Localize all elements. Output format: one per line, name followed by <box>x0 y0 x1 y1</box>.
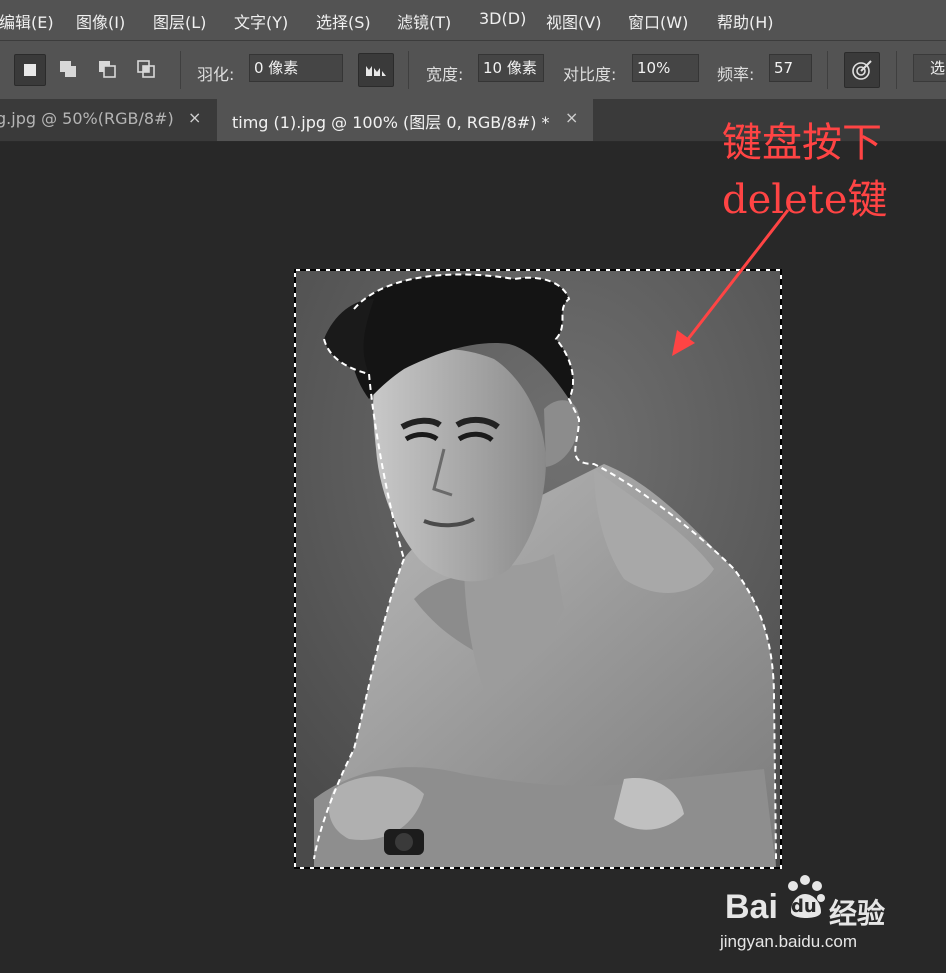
tab-document-1[interactable]: g.jpg @ 50%(RGB/8#) × <box>0 99 216 141</box>
tab-label: timg (1).jpg @ 100% (图层 0, RGB/8#) * <box>232 113 550 132</box>
menu-edit[interactable]: 编辑(E) <box>0 9 54 33</box>
close-icon[interactable]: × <box>565 108 578 127</box>
contrast-input[interactable]: 10% <box>632 54 699 82</box>
separator <box>827 51 828 89</box>
add-selection-icon <box>60 61 76 77</box>
pressure-icon <box>366 66 386 76</box>
menu-help[interactable]: 帮助(H) <box>717 9 774 33</box>
watermark-brand: Bai <box>725 888 778 926</box>
options-bar: 羽化: 0 像素 宽度: 10 像素 对比度: 10% 频率: 57 选 <box>0 40 946 99</box>
tab-document-2[interactable]: timg (1).jpg @ 100% (图层 0, RGB/8#) * × <box>217 99 593 141</box>
menu-image[interactable]: 图像(I) <box>76 9 125 33</box>
menu-type[interactable]: 文字(Y) <box>234 9 288 33</box>
width-input[interactable]: 10 像素 <box>478 54 544 82</box>
intersect-selection-button[interactable] <box>131 54 161 84</box>
tab-label: g.jpg @ 50%(RGB/8#) <box>0 109 174 128</box>
intersect-selection-icon <box>137 60 155 78</box>
add-to-selection-button[interactable] <box>53 54 83 84</box>
new-selection-icon <box>24 64 36 76</box>
annotation-line-1: 键盘按下 <box>722 120 882 166</box>
menu-bar: 编辑(E) 图像(I) 图层(L) 文字(Y) 选择(S) 滤镜(T) 3D(D… <box>0 0 946 40</box>
feather-label: 羽化: <box>197 65 235 84</box>
menu-select[interactable]: 选择(S) <box>316 9 371 33</box>
new-selection-button[interactable] <box>14 54 46 86</box>
baidu-watermark: Bai du 经验 jingyan.baidu.com <box>720 870 945 970</box>
separator <box>180 51 181 89</box>
selection-marquee <box>294 269 782 869</box>
document-image[interactable] <box>294 269 782 869</box>
watermark-url: jingyan.baidu.com <box>720 932 858 951</box>
select-and-mask-button[interactable]: 选 <box>913 54 946 82</box>
separator <box>896 51 897 89</box>
width-label: 宽度: <box>426 65 464 84</box>
frequency-input[interactable]: 57 <box>769 54 812 82</box>
menu-filter[interactable]: 滤镜(T) <box>397 9 451 33</box>
subtract-from-selection-button[interactable] <box>92 54 122 84</box>
close-icon[interactable]: × <box>188 108 201 127</box>
feather-input[interactable]: 0 像素 <box>249 54 343 82</box>
subtract-selection-icon <box>99 61 116 78</box>
frequency-label: 频率: <box>717 65 755 84</box>
menu-view[interactable]: 视图(V) <box>546 9 601 33</box>
menu-window[interactable]: 窗口(W) <box>628 9 688 33</box>
annotation-line-2: delete键 <box>722 177 888 223</box>
menu-3d[interactable]: 3D(D) <box>479 9 526 28</box>
separator <box>408 51 409 89</box>
menu-layer[interactable]: 图层(L) <box>153 9 206 33</box>
watermark-brand-2: du <box>791 896 817 917</box>
pen-pressure-button[interactable] <box>844 52 880 88</box>
watermark-brand-cn: 经验 <box>829 897 886 930</box>
tablet-pressure-button[interactable] <box>358 53 394 87</box>
contrast-label: 对比度: <box>563 65 617 84</box>
pen-pressure-icon <box>852 60 872 80</box>
